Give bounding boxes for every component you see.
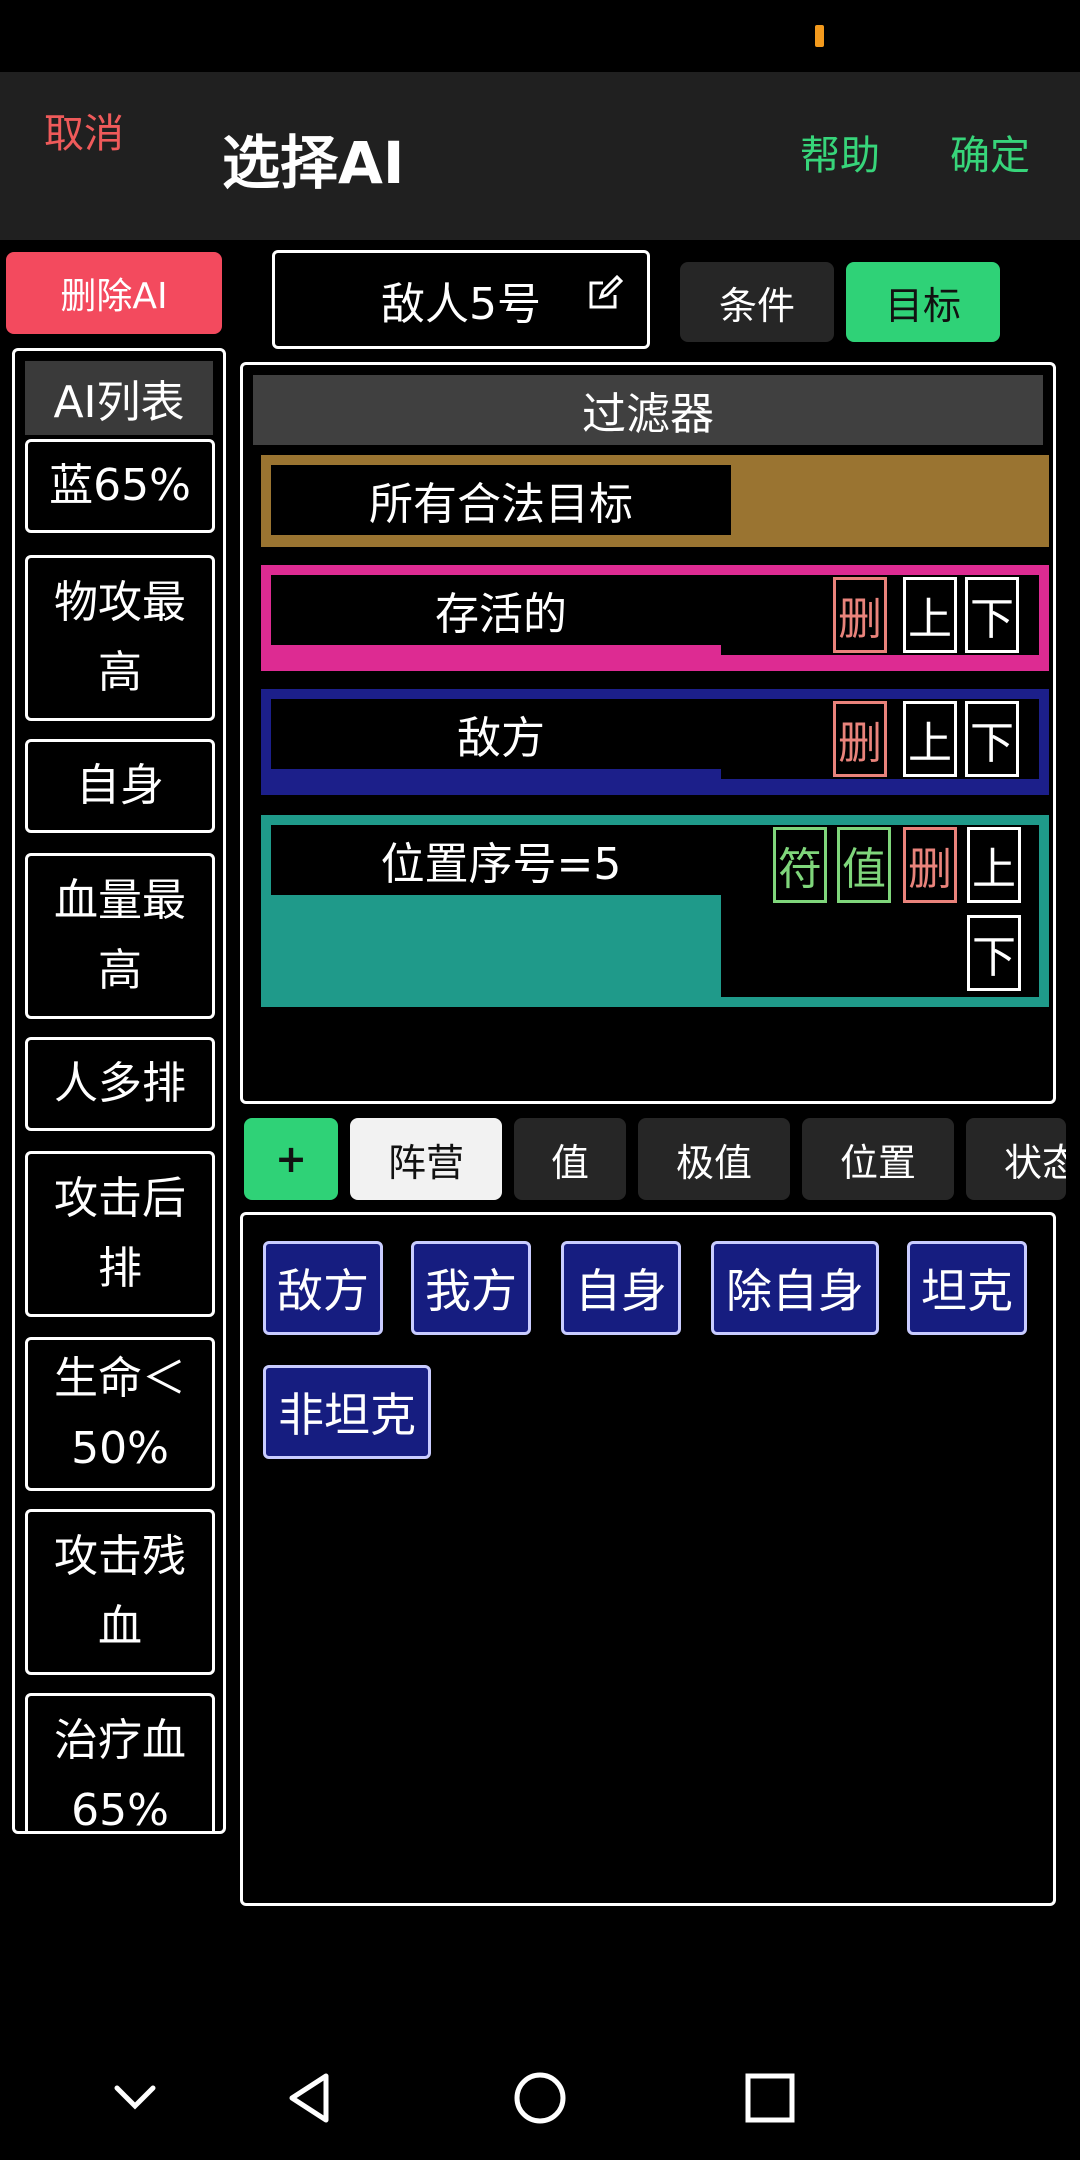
move-up-button[interactable]: 上 bbox=[903, 577, 957, 653]
filter-title: 过滤器 bbox=[253, 375, 1043, 445]
option-chip[interactable]: 非坦克 bbox=[263, 1365, 431, 1459]
chevron-down-icon[interactable] bbox=[103, 2066, 167, 2130]
delete-button[interactable]: 删 bbox=[903, 827, 957, 903]
tab-position[interactable]: 位置 bbox=[802, 1118, 954, 1200]
confirm-button[interactable]: 确定 bbox=[950, 123, 1030, 181]
ai-list-item[interactable]: 蓝65% bbox=[25, 439, 215, 533]
cancel-button[interactable]: 取消 bbox=[44, 101, 124, 159]
help-button[interactable]: 帮助 bbox=[800, 123, 880, 181]
symbol-button[interactable]: 符 bbox=[773, 827, 827, 903]
delete-button[interactable]: 删 bbox=[833, 701, 887, 777]
edit-icon bbox=[589, 275, 623, 309]
option-chip[interactable]: 自身 bbox=[561, 1241, 681, 1335]
tab-status[interactable]: 状态 bbox=[966, 1118, 1066, 1200]
home-icon[interactable] bbox=[508, 2066, 572, 2130]
move-up-button[interactable]: 上 bbox=[903, 701, 957, 777]
page-title: 选择AI bbox=[222, 129, 405, 197]
filter-row-label: 位置序号=5 bbox=[271, 825, 731, 895]
filter-row[interactable]: 存活的 删 上 下 bbox=[261, 565, 1049, 671]
option-chip[interactable]: 敌方 bbox=[263, 1241, 383, 1335]
filter-row-label: 存活的 bbox=[271, 575, 731, 645]
value-button[interactable]: 值 bbox=[837, 827, 891, 903]
ai-list-item[interactable]: 生命＜50% bbox=[25, 1337, 215, 1491]
ai-list-item[interactable]: 攻击后排 bbox=[25, 1151, 215, 1317]
ai-list-item[interactable]: 人多排 bbox=[25, 1037, 215, 1131]
filter-row[interactable]: 敌方 删 上 下 bbox=[261, 689, 1049, 795]
top-header bbox=[0, 72, 1080, 240]
option-chip[interactable]: 除自身 bbox=[711, 1241, 879, 1335]
ai-list-item[interactable]: 物攻最高 bbox=[25, 555, 215, 721]
ai-list-item[interactable]: 治疗血65% bbox=[25, 1693, 215, 1831]
status-bar bbox=[0, 0, 1080, 72]
option-chip[interactable]: 坦克 bbox=[907, 1241, 1027, 1335]
filter-row-label: 敌方 bbox=[271, 699, 731, 769]
ai-list-item[interactable]: 自身 bbox=[25, 739, 215, 833]
tab-condition[interactable]: 条件 bbox=[680, 262, 834, 342]
delete-ai-button[interactable]: 删除AI bbox=[6, 252, 222, 334]
move-down-button[interactable]: 下 bbox=[967, 915, 1021, 991]
back-icon[interactable] bbox=[278, 2066, 342, 2130]
options-panel: 敌方 我方 自身 除自身 坦克 非坦克 bbox=[240, 1212, 1056, 1906]
filter-row-label: 所有合法目标 bbox=[271, 465, 731, 535]
ai-list-item[interactable]: 血量最高 bbox=[25, 853, 215, 1019]
move-down-button[interactable]: 下 bbox=[965, 701, 1019, 777]
ai-name-field[interactable]: 敌人5号 bbox=[272, 250, 650, 349]
tab-faction[interactable]: 阵营 bbox=[350, 1118, 502, 1200]
tab-value[interactable]: 值 bbox=[514, 1118, 626, 1200]
ai-list-item[interactable]: 攻击残血 bbox=[25, 1509, 215, 1675]
filter-row[interactable]: 所有合法目标 bbox=[261, 455, 1049, 547]
filter-panel: 过滤器 所有合法目标 存活的 删 上 下 敌方 删 上 下 位置序号=5 符 值… bbox=[240, 362, 1056, 1104]
tab-extreme-value[interactable]: 极值 bbox=[638, 1118, 790, 1200]
delete-button[interactable]: 删 bbox=[833, 577, 887, 653]
ai-name-text: 敌人5号 bbox=[381, 278, 541, 330]
tab-target[interactable]: 目标 bbox=[846, 262, 1000, 342]
filter-row[interactable]: 位置序号=5 符 值 删 上 下 bbox=[261, 815, 1049, 1007]
ai-list-panel[interactable]: AI列表 蓝65% 物攻最高 自身 血量最高 人多排 攻击后排 生命＜50% 攻… bbox=[12, 348, 226, 1834]
option-chip[interactable]: 我方 bbox=[411, 1241, 531, 1335]
battery-indicator-icon bbox=[815, 25, 824, 47]
ai-list-title: AI列表 bbox=[25, 361, 213, 435]
add-filter-button[interactable]: + bbox=[244, 1118, 338, 1200]
recent-apps-icon[interactable] bbox=[738, 2066, 802, 2130]
move-down-button[interactable]: 下 bbox=[965, 577, 1019, 653]
move-up-button[interactable]: 上 bbox=[967, 827, 1021, 903]
